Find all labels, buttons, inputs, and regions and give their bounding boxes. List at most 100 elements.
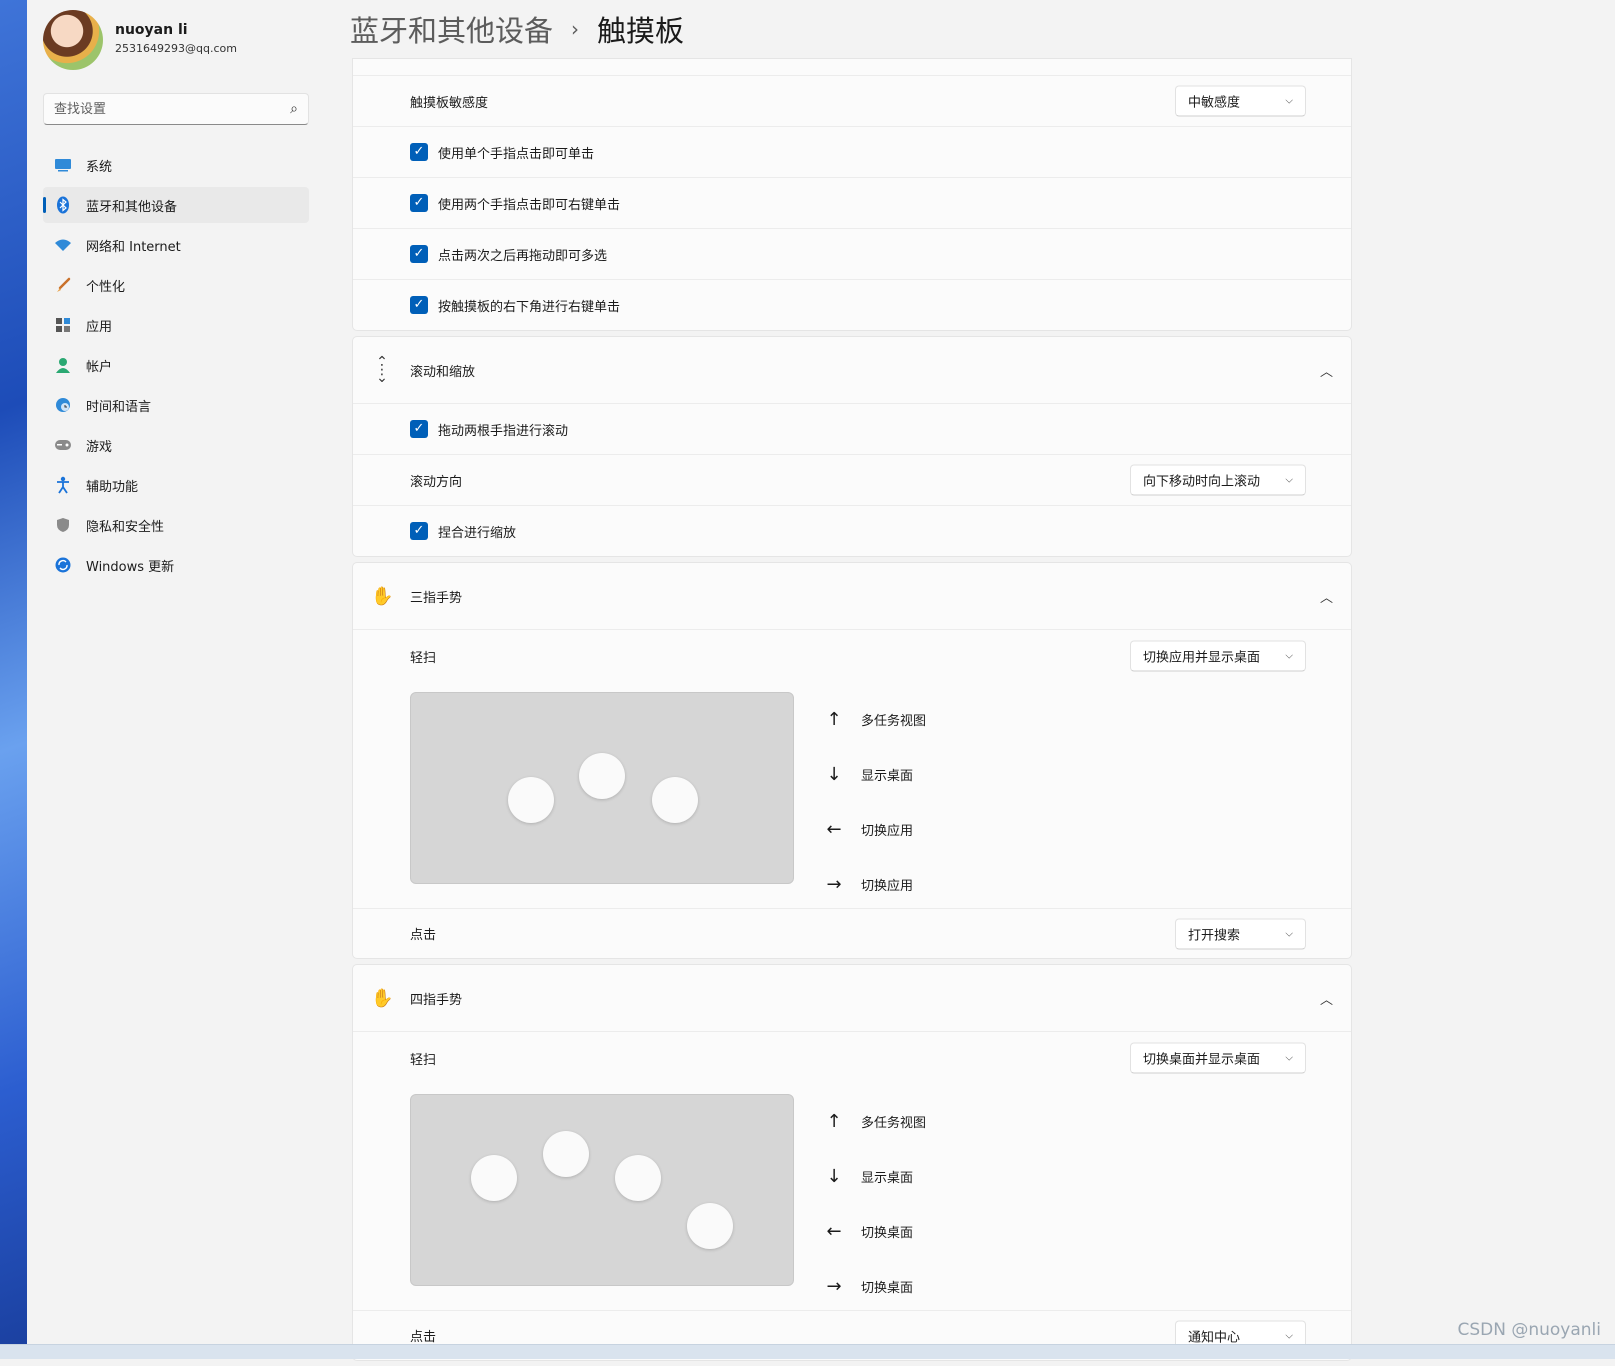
section-title: 滚动和缩放 — [410, 364, 476, 380]
sidebar-item-apps[interactable]: 应用 — [43, 307, 309, 343]
sidebar-item-label: 游戏 — [86, 439, 113, 455]
checkbox-checked[interactable]: ✓ — [410, 296, 428, 314]
four-finger-illustration: ↑ 多任务视图 ↓ 显示桌面 ← 切换桌面 → 切换桌面 — [353, 1084, 1351, 1310]
sidebar-item-label: 蓝牙和其他设备 — [86, 199, 178, 215]
gesture-list: ↑ 多任务视图 ↓ 显示桌面 ← 切换应用 → 切换应用 — [823, 692, 926, 912]
checkbox-checked[interactable]: ✓ — [410, 420, 428, 438]
tap-option-row[interactable]: ✓ 使用两个手指点击即可右键单击 — [353, 177, 1351, 228]
avatar[interactable] — [43, 10, 103, 70]
four-finger-header[interactable]: ✋ 四指手势 ︿ — [353, 965, 1351, 1031]
checkbox-checked[interactable]: ✓ — [410, 194, 428, 212]
gesture-text: 显示桌面 — [861, 769, 914, 784]
tap-value: 通知中心 — [1188, 1330, 1241, 1345]
finger-dot — [687, 1203, 733, 1249]
display-icon — [54, 156, 72, 174]
scroll-zoom-header[interactable]: ⌃ ⋮ ⌄ 滚动和缩放 ︿ — [353, 337, 1351, 403]
sidebar-item-accessibility[interactable]: 辅助功能 — [43, 467, 309, 503]
finger-dot — [579, 753, 625, 799]
tap-option-row[interactable]: ✓ 按触摸板的右下角进行右键单击 — [353, 279, 1351, 330]
breadcrumb-parent[interactable]: 蓝牙和其他设备 — [350, 8, 553, 50]
three-finger-tap-dropdown[interactable]: 打开搜索 ⌵ — [1175, 918, 1306, 949]
three-finger-header[interactable]: ✋ 三指手势 ︿ — [353, 563, 1351, 629]
chevron-up-icon[interactable]: ︿ — [1320, 587, 1333, 606]
swipe-label: 轻扫 — [410, 650, 437, 666]
sensitivity-dropdown[interactable]: 中敏感度 ⌵ — [1175, 85, 1306, 117]
chevron-up-icon[interactable]: ︿ — [1320, 989, 1333, 1008]
gesture-text: 多任务视图 — [861, 1116, 927, 1131]
finger-dot — [543, 1131, 589, 1177]
tap-option-label: 按触摸板的右下角进行右键单击 — [438, 299, 621, 315]
pinch-zoom-row[interactable]: ✓ 捏合进行缩放 — [353, 505, 1351, 556]
scroll-direction-dropdown[interactable]: 向下移动时向上滚动 ⌵ — [1130, 464, 1306, 496]
gesture-list: ↑ 多任务视图 ↓ 显示桌面 ← 切换桌面 → 切换桌面 — [823, 1094, 926, 1314]
sidebar-item-label: 帐户 — [86, 359, 113, 375]
three-finger-illustration: ↑ 多任务视图 ↓ 显示桌面 ← 切换应用 → 切换应用 — [353, 682, 1351, 908]
sidebar-item-network[interactable]: 网络和 Internet — [43, 227, 309, 263]
arrow-right-icon: → — [826, 1276, 842, 1297]
sidebar-item-label: 辅助功能 — [86, 479, 139, 495]
checkbox-checked[interactable]: ✓ — [410, 522, 428, 540]
sensitivity-label: 触摸板敏感度 — [410, 95, 489, 111]
swipe-value: 切换桌面并显示桌面 — [1143, 1052, 1261, 1068]
option-label: 捏合进行缩放 — [438, 525, 517, 541]
chevron-down-icon: ⌵ — [1285, 474, 1293, 486]
two-finger-scroll-row[interactable]: ✓ 拖动两根手指进行滚动 — [353, 403, 1351, 454]
tap-option-row[interactable]: ✓ 点击两次之后再拖动即可多选 — [353, 228, 1351, 279]
sidebar-item-windows-update[interactable]: Windows 更新 — [43, 547, 309, 583]
checkbox-checked[interactable]: ✓ — [410, 245, 428, 263]
chevron-up-icon[interactable]: ︿ — [1320, 361, 1333, 380]
sensitivity-value: 中敏感度 — [1188, 95, 1241, 111]
checkbox-checked[interactable]: ✓ — [410, 143, 428, 161]
sidebar-item-system[interactable]: 系统 — [43, 147, 309, 183]
sidebar-item-accounts[interactable]: 帐户 — [43, 347, 309, 383]
arrow-down-icon: ↓ — [826, 764, 842, 785]
sidebar-item-gaming[interactable]: 游戏 — [43, 427, 309, 463]
gesture-text: 切换桌面 — [861, 1281, 914, 1296]
gesture-item: ↓ 显示桌面 — [823, 747, 926, 802]
gesture-text: 显示桌面 — [861, 1171, 914, 1186]
gesture-item: ↑ 多任务视图 — [823, 692, 926, 747]
four-finger-swipe-row: 轻扫 切换桌面并显示桌面 ⌵ — [353, 1031, 1351, 1084]
update-icon — [54, 556, 72, 574]
sidebar-item-label: 应用 — [86, 319, 113, 335]
chevron-down-icon: ⌵ — [1285, 1330, 1293, 1341]
page-title: 触摸板 — [597, 14, 685, 48]
user-email: 2531649293@qq.com — [115, 42, 237, 55]
finger-dot — [508, 777, 554, 823]
search-box[interactable]: ⌕ — [43, 93, 309, 125]
arrow-up-icon: ↑ — [826, 1111, 842, 1132]
tap-value: 打开搜索 — [1188, 928, 1241, 943]
sidebar-item-bluetooth[interactable]: 蓝牙和其他设备 — [43, 187, 309, 223]
taps-card-top-edge — [353, 59, 1351, 75]
tap-label: 点击 — [410, 1330, 437, 1345]
gesture-item: ← 切换应用 — [823, 802, 926, 857]
search-input[interactable] — [44, 94, 274, 124]
hand-icon: ✋ — [371, 585, 394, 607]
sidebar-item-personalization[interactable]: 个性化 — [43, 267, 309, 303]
sidebar-item-time-language[interactable]: 时间和语言 — [43, 387, 309, 423]
three-finger-swipe-dropdown[interactable]: 切换应用并显示桌面 ⌵ — [1130, 640, 1306, 672]
gesture-item: → 切换桌面 — [823, 1259, 926, 1314]
wifi-icon — [54, 236, 72, 254]
three-finger-swipe-row: 轻扫 切换应用并显示桌面 ⌵ — [353, 629, 1351, 682]
sidebar-item-label: 隐私和安全性 — [86, 519, 165, 535]
chevron-down-icon: ⌵ — [1285, 1052, 1293, 1064]
scroll-direction-value: 向下移动时向上滚动 — [1143, 474, 1261, 490]
watermark: CSDN @nuoyanli — [1457, 1320, 1601, 1340]
sidebar-item-label: 个性化 — [86, 279, 126, 295]
gesture-item: → 切换应用 — [823, 857, 926, 912]
chevron-down-icon: ⌵ — [1285, 650, 1293, 662]
swipe-label: 轻扫 — [410, 1052, 437, 1068]
desktop-wallpaper — [0, 0, 27, 1358]
sidebar-item-label: Windows 更新 — [86, 559, 175, 575]
touchpad-illustration — [410, 692, 794, 884]
sidebar-item-privacy[interactable]: 隐私和安全性 — [43, 507, 309, 543]
sidebar-item-label: 时间和语言 — [86, 399, 152, 415]
scroll-direction-label: 滚动方向 — [410, 474, 463, 490]
tap-option-row[interactable]: ✓ 使用单个手指点击即可单击 — [353, 126, 1351, 177]
four-finger-swipe-dropdown[interactable]: 切换桌面并显示桌面 ⌵ — [1130, 1042, 1306, 1074]
finger-dot — [652, 777, 698, 823]
settings-content: 触摸板敏感度 中敏感度 ⌵ ✓ 使用单个手指点击即可单击 ✓ 使用两个手指点击即… — [352, 58, 1352, 1366]
search-icon[interactable]: ⌕ — [290, 101, 298, 117]
scroll-direction-row: 滚动方向 向下移动时向上滚动 ⌵ — [353, 454, 1351, 505]
